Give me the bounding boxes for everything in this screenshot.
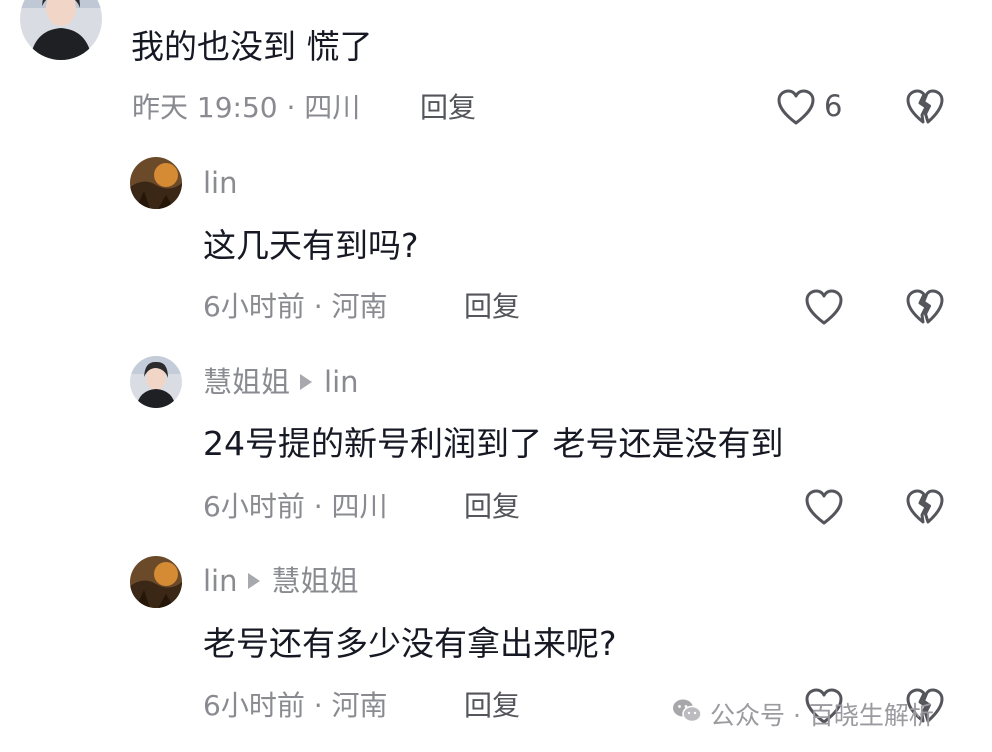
comment-text: 24号提的新号利润到了 老号还是没有到: [203, 424, 784, 463]
reply-to-user[interactable]: lin: [324, 365, 359, 399]
reply-to-user[interactable]: 慧姐姐: [272, 564, 359, 598]
comment-author-line: 慧姐姐 lin: [203, 368, 359, 397]
comment-author[interactable]: lin: [203, 169, 238, 198]
comment-author[interactable]: 慧姐姐: [203, 365, 290, 399]
wechat-icon: [672, 698, 702, 730]
avatar[interactable]: [130, 556, 182, 608]
comment-meta: 6小时前 · 河南: [203, 290, 388, 323]
heart-outline-icon[interactable]: [804, 288, 844, 330]
comment-meta: 6小时前 · 河南: [203, 689, 388, 722]
watermark: 公众号 · 百晓生解析: [672, 694, 934, 734]
comment-text: 老号还有多少没有拿出来呢?: [203, 624, 617, 663]
comment-text: 我的也没到 慌了: [131, 27, 373, 66]
broken-heart-icon[interactable]: [905, 288, 945, 330]
watermark-text: 公众号 · 百晓生解析: [710, 701, 934, 730]
avatar[interactable]: [20, 0, 102, 60]
heart-outline-icon[interactable]: [776, 88, 816, 130]
play-arrow-icon: [247, 573, 260, 589]
avatar[interactable]: [130, 356, 182, 408]
play-arrow-icon: [300, 374, 313, 390]
reply-button[interactable]: 回复: [464, 493, 520, 521]
comment-meta: 昨天 19:50 · 四川: [132, 91, 361, 124]
like-count: 6: [824, 89, 843, 123]
reply-button[interactable]: 回复: [420, 94, 476, 122]
comment-text: 这几天有到吗?: [203, 226, 419, 265]
heart-outline-icon[interactable]: [804, 488, 844, 530]
comment-author-line: lin 慧姐姐: [203, 567, 359, 596]
reply-button[interactable]: 回复: [464, 293, 520, 321]
reply-button[interactable]: 回复: [464, 692, 520, 720]
broken-heart-icon[interactable]: [905, 488, 945, 530]
broken-heart-icon[interactable]: [905, 88, 945, 130]
comment-author[interactable]: lin: [203, 564, 238, 598]
avatar[interactable]: [130, 157, 182, 209]
comment-meta: 6小时前 · 四川: [203, 490, 388, 523]
